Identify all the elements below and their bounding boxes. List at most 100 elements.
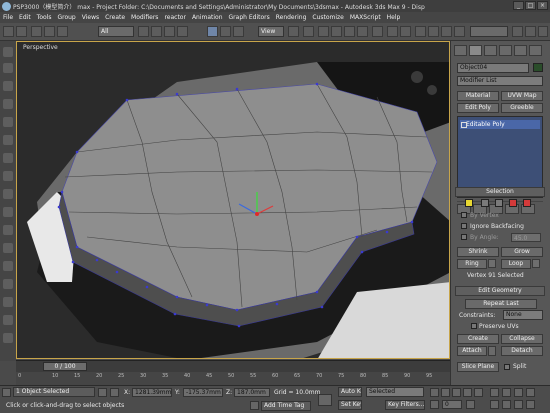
tool-strip-button-2-icon[interactable]	[3, 63, 13, 73]
by-angle-spinner[interactable]: 45.0	[511, 233, 541, 242]
tool-strip-button-9-icon[interactable]	[3, 189, 13, 199]
split-checkbox[interactable]	[504, 364, 510, 370]
percent-snap-icon[interactable]	[344, 26, 355, 37]
menu-tools[interactable]: Tools	[37, 14, 52, 21]
object-name-field[interactable]: Object04	[457, 63, 529, 73]
repeat-last-button[interactable]: Repeat Last	[465, 299, 537, 309]
key-mode-dropdown[interactable]: Selected	[366, 387, 424, 397]
pivot-center-icon[interactable]	[288, 26, 299, 37]
detach-button[interactable]: Detach	[501, 346, 543, 356]
select-object-icon[interactable]	[138, 26, 149, 37]
rectangle-selection-icon[interactable]	[164, 26, 175, 37]
redo-icon[interactable]	[16, 26, 27, 37]
maxscript-listener-icon[interactable]	[2, 388, 11, 397]
tool-strip-button-11-icon[interactable]	[3, 225, 13, 235]
create-tab-icon[interactable]	[454, 45, 467, 56]
border-subobject-icon[interactable]	[495, 199, 503, 207]
curve-editor-icon[interactable]	[428, 26, 439, 37]
time-tag-icon[interactable]	[250, 401, 259, 410]
zoom-icon[interactable]	[490, 388, 499, 397]
minimize-button[interactable]: _	[513, 1, 524, 10]
tool-strip-button-4-icon[interactable]	[3, 99, 13, 109]
ignore-backfacing-checkbox[interactable]	[461, 223, 467, 229]
key-filters-button[interactable]: Key Filters...	[385, 400, 425, 410]
maximize-viewport-icon[interactable]	[526, 400, 535, 409]
undo-icon[interactable]	[3, 26, 14, 37]
time-slider[interactable]: 0 / 100	[16, 360, 450, 372]
object-color-swatch[interactable]	[533, 63, 543, 72]
uvw-map-button[interactable]: UVW Map	[501, 91, 543, 101]
lock-selection-icon[interactable]	[98, 388, 107, 397]
tool-strip-button-12-icon[interactable]	[3, 243, 13, 253]
quick-render-icon[interactable]	[525, 26, 536, 37]
menu-reactor[interactable]: reactor	[164, 14, 186, 21]
x-coordinate-field[interactable]: 1281.39mm	[132, 388, 172, 397]
menu-group[interactable]: Group	[57, 14, 75, 21]
key-icon[interactable]	[318, 394, 332, 406]
hierarchy-tab-icon[interactable]	[484, 45, 497, 56]
by-angle-checkbox[interactable]	[461, 234, 467, 240]
previous-frame-icon[interactable]	[441, 388, 450, 397]
select-by-name-icon[interactable]	[151, 26, 162, 37]
align-icon[interactable]	[400, 26, 411, 37]
angle-snap-icon[interactable]	[331, 26, 342, 37]
tool-strip-button-15-icon[interactable]	[3, 297, 13, 307]
next-frame-icon[interactable]	[463, 388, 472, 397]
auto-key-button[interactable]: Auto Key	[338, 387, 362, 397]
close-button[interactable]: ×	[537, 1, 548, 10]
preserve-uvs-checkbox[interactable]	[471, 323, 477, 329]
attach-button[interactable]: Attach	[457, 346, 487, 356]
menu-modifiers[interactable]: Modifiers	[131, 14, 158, 21]
polygon-subobject-icon[interactable]	[509, 199, 517, 207]
selection-rollout-header[interactable]: Selection	[455, 187, 545, 197]
bind-space-warp-icon[interactable]	[57, 26, 68, 37]
menu-graph-editors[interactable]: Graph Editors	[229, 14, 270, 21]
link-icon[interactable]	[31, 26, 42, 37]
add-time-tag-button[interactable]: Add Time Tag	[261, 401, 311, 411]
menu-animation[interactable]: Animation	[192, 14, 223, 21]
loop-spinner[interactable]	[532, 259, 540, 268]
edge-subobject-icon[interactable]	[481, 199, 489, 207]
display-tab-icon[interactable]	[514, 45, 527, 56]
absolute-mode-icon[interactable]	[110, 388, 119, 397]
menu-help[interactable]: Help	[387, 14, 401, 21]
y-coordinate-field[interactable]: -175.37mm	[183, 388, 223, 397]
menu-file[interactable]: File	[3, 14, 13, 21]
tool-strip-button-10-icon[interactable]	[3, 207, 13, 217]
edit-poly-button[interactable]: Edit Poly	[457, 103, 499, 113]
edit-named-selection-icon[interactable]	[372, 26, 383, 37]
layer-manager-icon[interactable]	[415, 26, 426, 37]
snaps-toggle-icon[interactable]	[318, 26, 329, 37]
select-and-rotate-icon[interactable]	[220, 26, 231, 37]
shrink-button[interactable]: Shrink	[457, 247, 499, 257]
key-mode-toggle-icon[interactable]	[430, 400, 439, 409]
time-configuration-icon[interactable]	[466, 400, 475, 409]
viewport-label[interactable]: Perspective	[23, 44, 58, 51]
z-coordinate-field[interactable]: 187.0mm	[234, 388, 270, 397]
select-and-move-icon[interactable]	[207, 26, 218, 37]
modifier-list-dropdown[interactable]: Modifier List	[457, 76, 543, 86]
arc-rotate-icon[interactable]	[514, 400, 523, 409]
attach-list-button[interactable]	[488, 346, 496, 356]
tool-strip-button-14-icon[interactable]	[3, 279, 13, 289]
manipulate-icon[interactable]	[303, 26, 314, 37]
spinner-snap-icon[interactable]	[357, 26, 368, 37]
stack-item-editable-poly[interactable]: Editable Poly	[460, 120, 540, 129]
menu-views[interactable]: Views	[82, 14, 99, 21]
menu-create[interactable]: Create	[105, 14, 125, 21]
tool-strip-button-16-icon[interactable]	[3, 315, 13, 325]
collapse-button[interactable]: Collapse	[501, 334, 543, 344]
app-logo-icon[interactable]	[2, 1, 11, 11]
grow-button[interactable]: Grow	[501, 247, 543, 257]
mirror-icon[interactable]	[387, 26, 398, 37]
go-to-end-icon[interactable]	[474, 388, 483, 397]
motion-tab-icon[interactable]	[499, 45, 512, 56]
time-slider-thumb[interactable]: 0 / 100	[43, 362, 87, 371]
perspective-viewport[interactable]: Perspective	[16, 41, 450, 359]
ring-spinner[interactable]	[488, 259, 496, 268]
create-button[interactable]: Create	[457, 334, 499, 344]
tool-strip-button-17-icon[interactable]	[3, 333, 13, 343]
current-frame-field[interactable]: 0	[442, 400, 462, 409]
tool-strip-button-1-icon[interactable]	[3, 47, 13, 57]
named-selection-sets-dropdown[interactable]	[470, 26, 508, 37]
